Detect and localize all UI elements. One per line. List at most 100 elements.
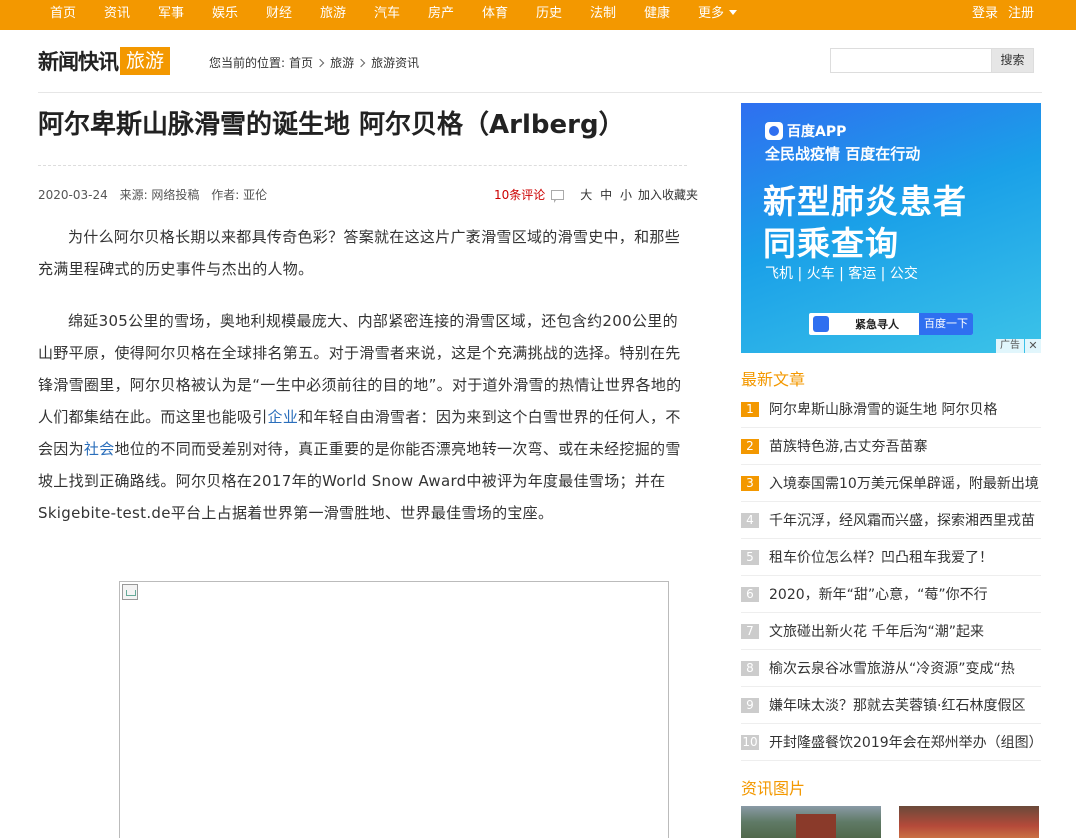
sidebar-advertisement[interactable]: 百度APP 全民战疫情 百度在行动 新型肺炎患者 同乘查询 飞机 | 火车 | … xyxy=(741,103,1041,353)
title-divider xyxy=(38,165,687,166)
news-picture-thumbnail[interactable] xyxy=(741,806,881,838)
close-icon[interactable]: ✕ xyxy=(1025,339,1041,353)
list-item-title: 嫌年味太淡？那就去芙蓉镇·红石林度假区 xyxy=(769,698,1026,714)
list-item[interactable]: 1 阿尔卑斯山脉滑雪的诞生地 阿尔贝格 xyxy=(741,391,1041,428)
ad-headline-line-1: 新型肺炎患者 xyxy=(763,182,967,221)
nav-item-finance[interactable]: 财经 xyxy=(266,0,292,30)
ad-brand-text: 百度APP xyxy=(787,124,847,140)
rank-badge: 8 xyxy=(741,660,759,676)
list-item[interactable]: 10 开封隆盛餐饮2019年会在郑州举办（组图） xyxy=(741,724,1041,761)
rank-badge: 3 xyxy=(741,475,759,491)
font-size-switcher: 大 中 小 xyxy=(580,186,636,203)
nav-item-health[interactable]: 健康 xyxy=(644,0,670,30)
ad-search-bar[interactable]: 紧急寻人 百度一下 xyxy=(809,313,973,335)
list-item[interactable]: 3 入境泰国需10万美元保单辟谣，附最新出境 xyxy=(741,465,1041,502)
article-image xyxy=(119,581,669,838)
list-item-title: 榆次云泉谷冰雪旅游从“冷资源”变成“热 xyxy=(769,661,1015,677)
comment-bubble-icon[interactable] xyxy=(551,189,565,203)
baidu-icon xyxy=(813,316,829,332)
list-item-title: 阿尔卑斯山脉滑雪的诞生地 阿尔贝格 xyxy=(769,402,998,418)
logo-text: 新闻快讯 xyxy=(38,50,119,74)
nav-item-realestate[interactable]: 房产 xyxy=(428,0,454,30)
article-source: 来源: 网络投稿 xyxy=(119,188,200,202)
article-date: 2020-03-24 xyxy=(38,188,108,202)
breadcrumb-travel-news[interactable]: 旅游资讯 xyxy=(371,54,419,71)
article-title: 阿尔卑斯山脉滑雪的诞生地 阿尔贝格（Arlberg） xyxy=(38,110,625,140)
header-divider xyxy=(38,92,1042,93)
comments-link[interactable]: 10条评论 xyxy=(494,186,545,203)
nav-item-auto[interactable]: 汽车 xyxy=(374,0,400,30)
article-meta: 2020-03-24 来源: 网络投稿 作者: 亚伦 xyxy=(38,186,275,203)
nav-more-label: 更多 xyxy=(698,6,725,21)
rank-badge: 5 xyxy=(741,549,759,565)
ad-search-query: 紧急寻人 xyxy=(855,318,899,331)
list-item[interactable]: 7 文旅碰出新火花 千年后沟“潮”起来 xyxy=(741,613,1041,650)
article-author: 作者: 亚伦 xyxy=(211,188,268,202)
chevron-right-icon xyxy=(315,58,325,67)
ad-transport-modes: 飞机 | 火车 | 客运 | 公交 xyxy=(765,266,918,282)
ad-slogan: 全民战疫情 百度在行动 xyxy=(765,145,921,163)
nav-item-law[interactable]: 法制 xyxy=(590,0,616,30)
caret-down-icon xyxy=(729,10,738,15)
latest-articles-heading: 最新文章 xyxy=(741,370,806,389)
nav-item-more[interactable]: 更多 xyxy=(698,0,738,30)
rank-badge: 10 xyxy=(741,734,759,750)
nav-item-news[interactable]: 资讯 xyxy=(104,0,130,30)
ad-headline: 新型肺炎患者 同乘查询 xyxy=(763,181,967,265)
ad-headline-line-2: 同乘查询 xyxy=(763,224,899,263)
ad-brand: 百度APP xyxy=(765,121,846,141)
keyword-link-enterprise[interactable]: 企业 xyxy=(268,408,299,426)
broken-image-icon xyxy=(122,584,138,600)
ad-label: 广告 xyxy=(996,339,1024,353)
site-logo[interactable]: 新闻快讯 旅游 xyxy=(38,46,171,76)
article-paragraph-1: 为什么阿尔贝格长期以来都具传奇色彩？答案就在这这片广袤滑雪区域的滑雪史中，和那些… xyxy=(38,228,681,278)
list-item[interactable]: 5 租车价位怎么样？凹凸租车我爱了！ xyxy=(741,539,1041,576)
register-link[interactable]: 注册 xyxy=(1008,0,1034,30)
list-item-title: 苗族特色游,古丈夯吾苗寨 xyxy=(769,439,928,455)
top-navigation-bar: 首页 资讯 军事 娱乐 财经 旅游 汽车 房产 体育 历史 法制 健康 更多 登… xyxy=(0,0,1076,30)
list-item[interactable]: 2 苗族特色游,古丈夯吾苗寨 xyxy=(741,428,1041,465)
list-item[interactable]: 6 2020，新年“甜”心意，“莓”你不行 xyxy=(741,576,1041,613)
logo-channel-tag: 旅游 xyxy=(120,47,171,75)
rank-badge: 9 xyxy=(741,697,759,713)
breadcrumb-travel[interactable]: 旅游 xyxy=(330,54,354,71)
list-item-title: 千年沉浮，经风霜而兴盛，探索湘西里戎苗 xyxy=(769,513,1035,529)
list-item-title: 入境泰国需10万美元保单辟谣，附最新出境 xyxy=(769,476,1039,492)
nav-item-military[interactable]: 军事 xyxy=(158,0,184,30)
list-item[interactable]: 8 榆次云泉谷冰雪旅游从“冷资源”变成“热 xyxy=(741,650,1041,687)
nav-item-home[interactable]: 首页 xyxy=(50,0,76,30)
article-tools: 10条评论 大 中 小 加入收藏夹 xyxy=(494,186,698,203)
nav-item-entertainment[interactable]: 娱乐 xyxy=(212,0,238,30)
rank-badge: 6 xyxy=(741,586,759,602)
list-item-title: 2020，新年“甜”心意，“莓”你不行 xyxy=(769,587,988,603)
article-paragraph-2: 绵延305公里的雪场，奥地利规模最庞大、内部紧密连接的滑雪区域，还包含约200公… xyxy=(38,305,687,529)
list-item[interactable]: 4 千年沉浮，经风霜而兴盛，探索湘西里戎苗 xyxy=(741,502,1041,539)
chevron-right-icon xyxy=(356,58,366,67)
add-favorite-link[interactable]: 加入收藏夹 xyxy=(638,186,698,203)
rank-badge: 7 xyxy=(741,623,759,639)
list-item[interactable]: 9 嫌年味太淡？那就去芙蓉镇·红石林度假区 xyxy=(741,687,1041,724)
paragraph-2-text-c: 地位的不同而受差别对待，真正重要的是你能否漂亮地转一次弯、或在未经挖掘的雪坡上找… xyxy=(38,440,681,522)
font-size-large[interactable]: 大 xyxy=(580,188,592,202)
breadcrumb-label: 您当前的位置: xyxy=(209,56,286,70)
font-size-small[interactable]: 小 xyxy=(620,188,632,202)
list-item-title: 文旅碰出新火花 千年后沟“潮”起来 xyxy=(769,624,984,640)
rank-badge: 4 xyxy=(741,512,759,528)
list-item-title: 租车价位怎么样？凹凸租车我爱了！ xyxy=(769,550,993,566)
font-size-medium[interactable]: 中 xyxy=(600,188,612,202)
search-input[interactable] xyxy=(830,48,991,73)
nav-item-sports[interactable]: 体育 xyxy=(482,0,508,30)
keyword-link-society[interactable]: 社会 xyxy=(84,440,115,458)
search-button[interactable]: 搜索 xyxy=(991,48,1034,73)
nav-item-travel[interactable]: 旅游 xyxy=(320,0,346,30)
breadcrumb: 您当前的位置: 首页 旅游 旅游资讯 xyxy=(209,54,419,71)
login-link[interactable]: 登录 xyxy=(972,0,998,30)
rank-badge: 2 xyxy=(741,438,759,454)
news-pictures-heading: 资讯图片 xyxy=(741,779,806,798)
ad-search-button[interactable]: 百度一下 xyxy=(919,313,973,335)
breadcrumb-home[interactable]: 首页 xyxy=(289,54,313,71)
rank-badge: 1 xyxy=(741,401,759,417)
baidu-paw-icon xyxy=(765,122,783,140)
nav-item-history[interactable]: 历史 xyxy=(536,0,562,30)
news-picture-thumbnail[interactable] xyxy=(899,806,1039,838)
